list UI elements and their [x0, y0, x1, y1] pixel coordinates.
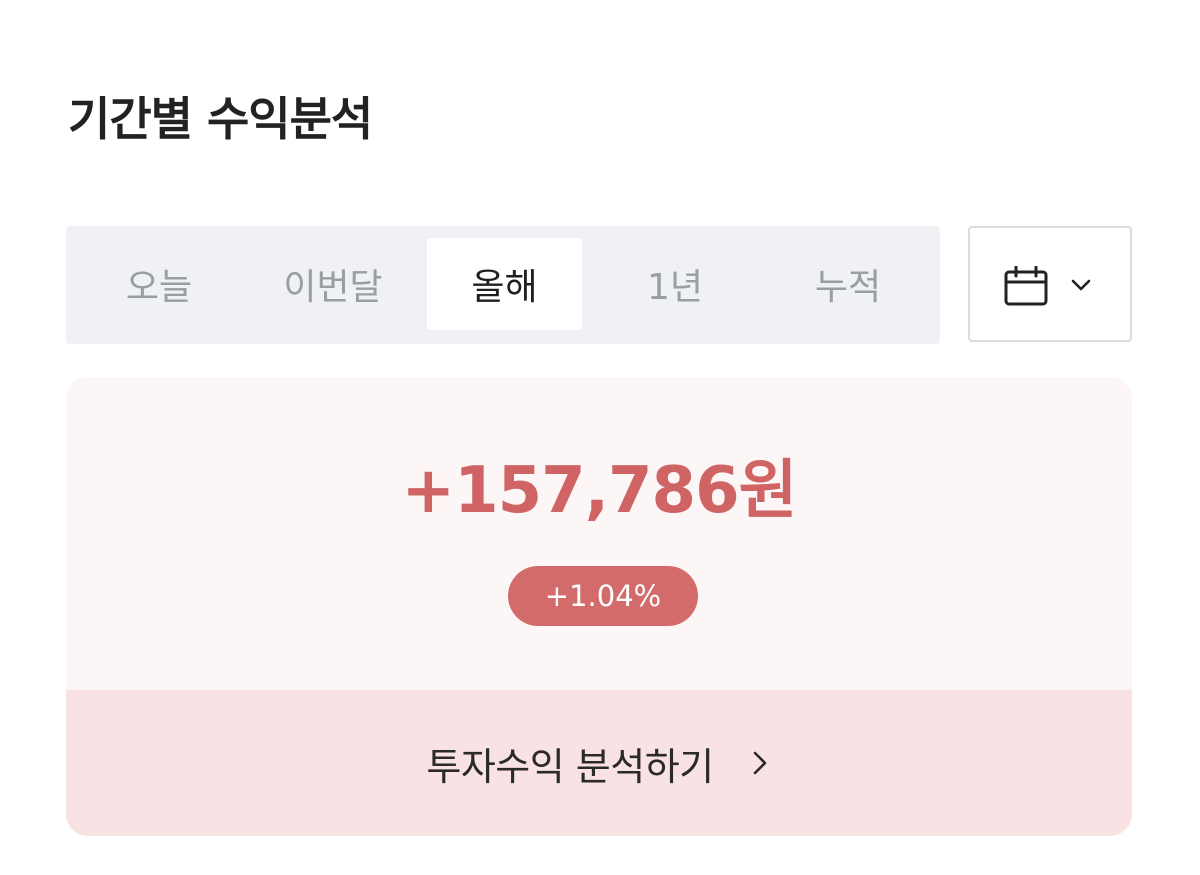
page-title: 기간별 수익분석 — [68, 92, 373, 146]
period-selector: 오늘 이번달 올해 1년 누적 — [66, 226, 940, 344]
date-picker-button[interactable] — [968, 226, 1132, 342]
tab-one-year[interactable]: 1년 — [596, 238, 754, 330]
investment-analysis-label: 투자수익 분석하기 — [426, 744, 714, 789]
profit-analysis-page: 기간별 수익분석 오늘 이번달 올해 1년 누적 +157,786원 +1.04… — [0, 0, 1200, 875]
profit-rate-badge: +1.04% — [508, 566, 698, 626]
chevron-down-icon — [1071, 279, 1091, 291]
chevron-right-icon — [753, 751, 766, 775]
tab-this-month[interactable]: 이번달 — [252, 238, 414, 330]
investment-analysis-button[interactable]: 투자수익 분석하기 — [66, 690, 1132, 836]
tab-this-year[interactable]: 올해 — [427, 238, 582, 330]
tab-cumulative[interactable]: 누적 — [768, 238, 928, 330]
profit-summary-card: +157,786원 +1.04% 투자수익 분석하기 — [66, 377, 1132, 836]
profit-amount: +157,786원 — [401, 454, 797, 528]
calendar-icon — [1004, 266, 1048, 306]
tab-today[interactable]: 오늘 — [78, 238, 240, 330]
